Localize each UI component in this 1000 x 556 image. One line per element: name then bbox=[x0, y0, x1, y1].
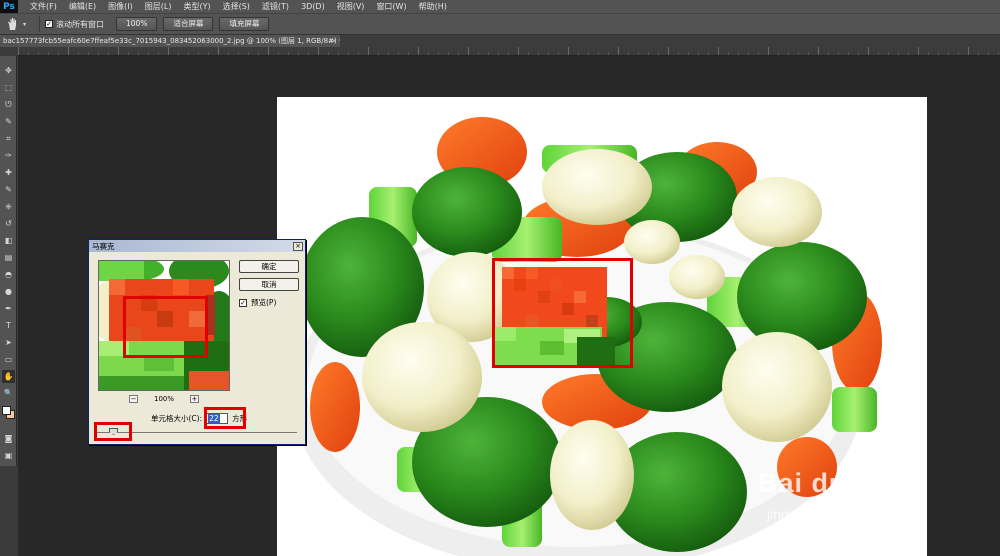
menu-image[interactable]: 图像(I) bbox=[102, 0, 139, 13]
menu-help[interactable]: 帮助(H) bbox=[413, 0, 453, 13]
menu-edit[interactable]: 编辑(E) bbox=[63, 0, 102, 13]
dodge-icon[interactable]: ● bbox=[2, 285, 15, 298]
menu-window[interactable]: 窗口(W) bbox=[370, 0, 412, 13]
preview-option[interactable]: ✓ 预览(P) bbox=[239, 297, 276, 308]
brush-icon[interactable]: ✎ bbox=[2, 183, 15, 196]
filter-preview[interactable] bbox=[98, 260, 230, 391]
separator bbox=[39, 16, 40, 32]
fit-screen-button[interactable]: 适合屏幕 bbox=[163, 17, 214, 31]
healing-icon[interactable]: ✚ bbox=[2, 166, 15, 179]
baidu-watermark-text: 经验 bbox=[862, 477, 908, 503]
chevron-down-icon: ▾ bbox=[23, 20, 27, 28]
scroll-all-label: 滚动所有窗口 bbox=[56, 19, 104, 29]
zoom-out-button[interactable]: − bbox=[129, 395, 138, 403]
hand-tool-icon[interactable]: ✋ bbox=[2, 370, 15, 383]
photoshop-window: Ps 文件(F) 编辑(E) 图像(I) 图层(L) 类型(Y) 选择(S) 滤… bbox=[0, 0, 1000, 556]
menu-filter[interactable]: 滤镜(T) bbox=[256, 0, 295, 13]
move-icon[interactable]: ✥ bbox=[2, 64, 15, 77]
menu-bar: Ps 文件(F) 编辑(E) 图像(I) 图层(L) 类型(Y) 选择(S) 滤… bbox=[0, 0, 1000, 13]
actual-pixels-button[interactable]: 100% bbox=[116, 17, 158, 31]
lasso-icon[interactable]: ᘎ bbox=[2, 98, 15, 111]
menu-layer[interactable]: 图层(L) bbox=[139, 0, 178, 13]
eyedropper-icon[interactable]: ✑ bbox=[2, 149, 15, 162]
scroll-all-windows-option[interactable]: ✓ 滚动所有窗口 bbox=[45, 19, 104, 30]
clone-stamp-icon[interactable]: ⎈ bbox=[2, 200, 15, 213]
quick-select-icon[interactable]: ✎ bbox=[2, 115, 15, 128]
document-tab[interactable]: bac157773fcb55eafc60e7ffeaf5e33c_7015943… bbox=[0, 35, 340, 47]
ok-button[interactable]: 确定 bbox=[239, 260, 299, 273]
preview-checkbox[interactable]: ✓ bbox=[239, 298, 247, 307]
mosaic-dialog: 马赛克 × 确定 取消 ✓ 预览(P) − 100% + 单元格大小(C): 2… bbox=[88, 239, 306, 445]
dialog-title-bar[interactable]: 马赛克 × bbox=[89, 240, 305, 252]
preview-label: 预览(P) bbox=[251, 298, 277, 307]
screen-mode-icon[interactable]: ▣ bbox=[2, 449, 15, 462]
quick-mask-icon[interactable]: ◙ bbox=[2, 432, 15, 445]
preview-highlight-box bbox=[123, 296, 208, 358]
zoom-controls: − 100% + bbox=[129, 395, 199, 403]
history-brush-icon[interactable]: ↺ bbox=[2, 217, 15, 230]
blur-icon[interactable]: ◓ bbox=[2, 268, 15, 281]
baidu-watermark-url: jingyan.baidu.com bbox=[767, 506, 880, 522]
marquee-icon[interactable]: ⬚ bbox=[2, 81, 15, 94]
document-tab-bar: bac157773fcb55eafc60e7ffeaf5e33c_7015943… bbox=[0, 35, 1000, 47]
menu-file[interactable]: 文件(F) bbox=[24, 0, 63, 13]
eraser-icon[interactable]: ◧ bbox=[2, 234, 15, 247]
dialog-title: 马赛克 bbox=[92, 241, 115, 251]
canvas-highlight-box bbox=[492, 258, 633, 368]
zoom-icon[interactable]: 🔍 bbox=[2, 387, 15, 400]
baidu-watermark-logo: Bai du bbox=[758, 468, 847, 498]
gradient-icon[interactable]: ▤ bbox=[2, 251, 15, 264]
menu-type[interactable]: 类型(Y) bbox=[177, 0, 216, 13]
menu-select[interactable]: 选择(S) bbox=[217, 0, 256, 13]
cell-size-highlight-box bbox=[204, 407, 246, 429]
path-select-icon[interactable]: ➤ bbox=[2, 336, 15, 349]
pen-icon[interactable]: ✒ bbox=[2, 302, 15, 315]
cell-size-label: 单元格大小(C): bbox=[151, 414, 203, 423]
zoom-in-button[interactable]: + bbox=[189, 395, 199, 403]
tools-panel: ✥ ⬚ ᘎ ✎ ⌗ ✑ ✚ ✎ ⎈ ↺ ◧ ▤ ◓ ● ✒ T ➤ ▭ ✋ 🔍 … bbox=[0, 56, 17, 466]
zoom-level: 100% bbox=[153, 395, 174, 403]
foreground-color-swatch[interactable] bbox=[2, 406, 11, 415]
shape-icon[interactable]: ▭ bbox=[2, 353, 15, 366]
menu-view[interactable]: 视图(V) bbox=[331, 0, 371, 13]
scroll-all-checkbox[interactable]: ✓ bbox=[45, 20, 53, 28]
options-bar: ▾ ✓ 滚动所有窗口 100% 适合屏幕 填充屏幕 bbox=[0, 13, 1000, 35]
crop-icon[interactable]: ⌗ bbox=[2, 132, 15, 145]
tool-preset-picker[interactable]: ▾ bbox=[0, 17, 34, 31]
hand-icon bbox=[8, 18, 16, 30]
type-icon[interactable]: T bbox=[2, 319, 15, 332]
slider-highlight-box bbox=[94, 422, 132, 441]
menu-3d[interactable]: 3D(D) bbox=[295, 0, 331, 13]
close-icon[interactable]: × bbox=[331, 35, 337, 47]
document-tab-title: bac157773fcb55eafc60e7ffeaf5e33c_7015943… bbox=[3, 37, 340, 45]
photoshop-logo: Ps bbox=[0, 0, 18, 13]
horizontal-ruler bbox=[18, 47, 1000, 56]
cancel-button[interactable]: 取消 bbox=[239, 278, 299, 291]
close-icon[interactable]: × bbox=[293, 241, 303, 251]
fill-screen-button[interactable]: 填充屏幕 bbox=[219, 17, 270, 31]
